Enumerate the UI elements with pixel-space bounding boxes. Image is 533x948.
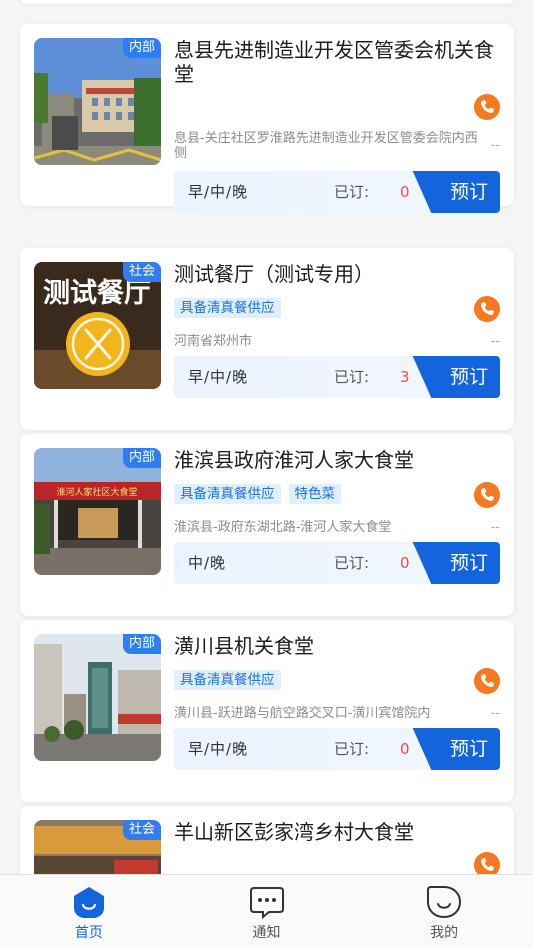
canteen-title[interactable]: 息县先进制造业开发区管委会机关食堂 <box>174 38 504 86</box>
distance-value: -- <box>490 520 500 535</box>
booked-label: 已订: <box>334 183 370 201</box>
category-badge: 内部 <box>122 448 161 468</box>
canteen-card[interactable]: 测试餐厅 社会 测试餐厅（测试专用） 具备清真餐供应 河南省郑州市 -- 早/中… <box>20 248 514 430</box>
tag-list: 具备清真餐供应 特色菜 <box>174 484 341 504</box>
tag-halal: 具备清真餐供应 <box>174 484 281 504</box>
booked-count: 0 <box>400 554 410 572</box>
distance-value: -- <box>490 334 500 349</box>
tab-profile-label: 我的 <box>430 925 459 941</box>
book-button[interactable]: 预订 <box>436 171 500 213</box>
tab-home[interactable]: 首页 <box>0 875 178 948</box>
canteen-card[interactable]: 内部 潢川县机关食堂 具备清真餐供应 潢川县-跃进路与航空路交叉口-潢川宾馆院内… <box>20 620 514 802</box>
booked-label: 已订: <box>334 554 370 572</box>
sign-text: 淮河人家社区大食堂 <box>56 486 137 498</box>
canteen-card[interactable]: 淮河人家社区大食堂 内部 淮滨县政府淮河人家大食堂 具备清真餐供应 特色菜 淮滨… <box>20 434 514 616</box>
booked-count: 3 <box>400 368 410 386</box>
canteen-address: 河南省郑州市 <box>174 334 253 349</box>
phone-icon[interactable] <box>474 668 500 694</box>
canteen-address: 潢川县-跃进路与航空路交叉口-潢川宾馆院内 <box>174 706 431 721</box>
tab-notifications[interactable]: 通知 <box>178 875 356 948</box>
tag-list: 具备清真餐供应 <box>174 298 281 318</box>
phone-icon[interactable] <box>474 296 500 322</box>
canteen-title[interactable]: 潢川县机关食堂 <box>174 634 504 658</box>
booking-bar: 早/中/晚 已订: 0 预订 <box>174 728 500 770</box>
canteen-thumbnail[interactable]: 社会 <box>34 820 161 874</box>
canteen-address: 息县-关庄社区罗淮路先进制造业开发区管委会院内西侧 <box>174 131 478 161</box>
booked-label: 已订: <box>334 368 370 386</box>
booked-label: 已订: <box>334 740 370 758</box>
home-icon <box>71 885 107 919</box>
previous-card-edge <box>20 0 514 4</box>
tag-specialty: 特色菜 <box>288 484 341 504</box>
booked-count: 0 <box>400 183 410 201</box>
poster-text: 测试餐厅 <box>43 278 151 309</box>
distance-value: -- <box>490 706 500 721</box>
canteen-thumbnail[interactable]: 淮河人家社区大食堂 内部 <box>34 448 161 575</box>
tag-list: 具备清真餐供应 <box>174 670 281 690</box>
tab-notifications-label: 通知 <box>252 925 281 941</box>
phone-icon[interactable] <box>474 94 500 120</box>
category-badge: 社会 <box>122 820 161 840</box>
distance-value: -- <box>490 138 500 153</box>
meal-times: 早/中/晚 <box>188 368 249 386</box>
canteen-card[interactable]: 社会 羊山新区彭家湾乡村大食堂 <box>20 806 514 874</box>
category-badge: 内部 <box>122 634 161 654</box>
profile-smile-icon <box>426 885 462 919</box>
canteen-title[interactable]: 羊山新区彭家湾乡村大食堂 <box>174 820 504 844</box>
canteen-list[interactable]: 内部 息县先进制造业开发区管委会机关食堂 息县-关庄社区罗淮路先进制造业开发区管… <box>0 0 533 874</box>
booked-count: 0 <box>400 740 410 758</box>
phone-icon[interactable] <box>474 482 500 508</box>
meal-times: 早/中/晚 <box>188 740 249 758</box>
tab-home-label: 首页 <box>74 925 103 941</box>
canteen-title[interactable]: 淮滨县政府淮河人家大食堂 <box>174 448 504 472</box>
canteen-address: 淮滨县-政府东湖北路-淮河人家大食堂 <box>174 520 392 535</box>
booking-bar: 早/中/晚 已订: 3 预订 <box>174 356 500 398</box>
meal-times: 中/晚 <box>188 554 227 572</box>
canteen-thumbnail[interactable]: 内部 <box>34 38 161 165</box>
canteen-card[interactable]: 内部 息县先进制造业开发区管委会机关食堂 息县-关庄社区罗淮路先进制造业开发区管… <box>20 24 514 213</box>
book-button[interactable]: 预订 <box>436 542 500 584</box>
tag-halal: 具备清真餐供应 <box>174 298 281 318</box>
tab-profile[interactable]: 我的 <box>355 875 533 948</box>
tag-halal: 具备清真餐供应 <box>174 670 281 690</box>
canteen-title[interactable]: 测试餐厅（测试专用） <box>174 262 504 286</box>
book-button[interactable]: 预订 <box>436 728 500 770</box>
meal-times: 早/中/晚 <box>188 183 249 201</box>
canteen-thumbnail[interactable]: 测试餐厅 社会 <box>34 262 161 389</box>
canteen-thumbnail[interactable]: 内部 <box>34 634 161 761</box>
phone-icon[interactable] <box>474 852 500 874</box>
booking-bar: 中/晚 已订: 0 预订 <box>174 542 500 584</box>
bottom-tab-bar: 首页 通知 我的 <box>0 874 533 948</box>
category-badge: 社会 <box>122 262 161 282</box>
chat-bubble-icon <box>249 885 285 919</box>
booking-bar: 早/中/晚 已订: 0 预订 <box>174 171 500 213</box>
book-button[interactable]: 预订 <box>436 356 500 398</box>
category-badge: 内部 <box>122 38 161 58</box>
